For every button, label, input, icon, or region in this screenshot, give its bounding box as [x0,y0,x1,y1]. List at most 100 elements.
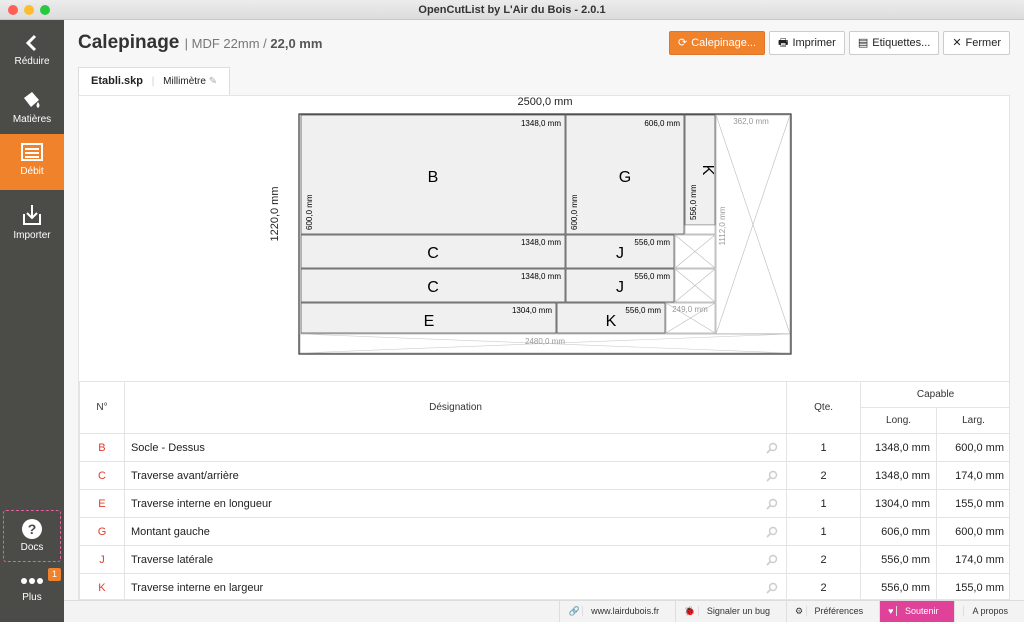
print-button[interactable]: 🖶 Imprimer [769,31,845,55]
row-designation: Socle - Dessus [123,433,788,462]
row-larg: 174,0 mm [936,545,1009,574]
paint-bucket-icon [24,92,40,108]
part-letter: B [428,169,439,186]
footer-site-text: www.lairdubois.fr [582,606,668,616]
part-length: 556,0 mm [625,306,661,315]
row-long: 1348,0 mm [860,461,938,490]
table-row[interactable]: K Traverse interne en largeur 2 556,0 mm… [79,573,1009,599]
sidebar-item-importer[interactable]: Importer [0,196,64,252]
row-larg: 600,0 mm [936,517,1009,546]
magnifier-icon[interactable] [766,498,778,513]
part-letter: G [619,169,631,186]
row-num: C [79,461,125,490]
footer-link-bug[interactable]: 🐞 Signaler un bug [675,601,786,622]
close-window-icon[interactable] [8,5,18,15]
magnifier-icon[interactable] [766,582,778,597]
more-icon [21,578,43,584]
table-row[interactable]: C Traverse avant/arrière 2 1348,0 mm 174… [79,461,1009,490]
header-long[interactable]: Long. [860,407,938,434]
table-row[interactable]: J Traverse latérale 2 556,0 mm 174,0 mm [79,545,1009,574]
calepinage-button-label: Calepinage... [691,37,757,49]
magnifier-icon[interactable] [766,526,778,541]
part-letter: C [427,245,439,262]
notification-badge: 1 [48,568,61,581]
row-qty: 2 [786,545,862,574]
sidebar-item-debit[interactable]: Débit [0,134,64,190]
sidebar: Réduire Matières Débit Importer ? Docs P… [0,20,64,622]
sidebar-item-matieres[interactable]: Matières [0,82,64,138]
cutting-panel: 2500,0 mm 1220,0 mm 362,0 mm 1112,0 mm 2… [78,95,1010,600]
footer-link-prefs[interactable]: ⚙ Préférences [785,601,879,622]
row-designation-text: Traverse interne en largeur [130,581,264,594]
footer-prefs-text: Préférences [805,606,872,616]
table-row[interactable]: G Montant gauche 1 606,0 mm 600,0 mm [79,517,1009,546]
help-icon: ? [22,519,42,539]
row-designation-text: Traverse latérale [130,553,214,566]
footer-support-text: Soutenir [895,606,947,616]
footer-link-support[interactable]: ♥ Soutenir [879,601,955,622]
row-num: E [79,489,125,518]
header-capable: Capable [860,381,1009,408]
row-designation: Traverse interne en largeur [123,573,788,599]
tab-unit: Millimètre [163,76,206,87]
waste-label-1: 362,0 mm [733,117,769,126]
close-button-label: Fermer [965,37,1001,49]
magnifier-icon[interactable] [766,554,778,569]
row-designation-text: Montant gauche [130,525,210,538]
footer-bar: 🔗 www.lairdubois.fr 🐞 Signaler un bug ⚙ … [64,600,1024,622]
row-designation: Traverse interne en longueur [123,489,788,518]
calepinage-button[interactable]: ⟳ Calepinage... [669,31,766,55]
table-row[interactable]: E Traverse interne en longueur 1 1304,0 … [79,489,1009,518]
sidebar-item-reduire[interactable]: Réduire [0,26,64,82]
row-designation: Montant gauche [123,517,788,546]
row-qty: 2 [786,461,862,490]
print-button-label: Imprimer [792,37,836,49]
footer-about-text: A propos [963,606,1016,616]
sidebar-item-docs[interactable]: ? Docs [3,510,61,562]
row-long: 556,0 mm [860,545,938,574]
sidebar-item-label: Docs [20,542,44,553]
magnifier-icon[interactable] [766,442,778,457]
waste-small [684,224,716,235]
row-qty: 1 [786,489,862,518]
labels-button[interactable]: ▤ Etiquettes... [848,31,940,55]
row-num: J [79,545,125,574]
header-designation[interactable]: Désignation [123,381,788,434]
part-width: 600,0 mm [570,194,579,230]
tab-file[interactable]: Etabli.skp | Millimètre ✎ [78,67,231,95]
row-designation: Traverse avant/arrière [123,461,788,490]
part-length: 1348,0 mm [521,238,561,247]
list-icon [21,143,43,161]
minimize-window-icon[interactable] [24,5,34,15]
row-designation-text: Traverse interne en longueur [130,497,272,510]
header-qty[interactable]: Qte. [786,381,862,434]
row-qty: 1 [786,433,862,462]
row-larg: 174,0 mm [936,461,1009,490]
table-row[interactable]: B Socle - Dessus 1 1348,0 mm 600,0 mm [79,433,1009,462]
cutting-diagram: 362,0 mm 1112,0 mm 2480,0 mm B 1348,0 mm… [298,113,792,355]
pencil-icon[interactable]: ✎ [209,76,217,87]
maximize-window-icon[interactable] [40,5,50,15]
material-label: | MDF 22mm / [184,36,267,51]
part-letter: C [427,279,439,296]
footer-bug-text: Signaler un bug [697,606,778,616]
close-icon: ✕ [952,37,962,49]
window-titlebar: OpenCutList by L'Air du Bois - 2.0.1 [0,0,1024,20]
part-letter: J [616,279,624,296]
header-larg[interactable]: Larg. [936,407,1009,434]
sidebar-item-label: Débit [20,166,44,177]
sidebar-item-label: Plus [22,592,42,603]
row-num: G [79,517,125,546]
thickness-label: 22,0 mm [270,36,323,51]
header-num[interactable]: N° [79,381,125,434]
row-designation: Traverse latérale [123,545,788,574]
label-icon: ▤ [857,37,869,49]
magnifier-icon[interactable] [766,470,778,485]
row-num: K [79,573,125,599]
part-letter: K [606,313,617,330]
footer-link-site[interactable]: 🔗 www.lairdubois.fr [559,601,675,622]
footer-link-about[interactable]: A propos [954,601,1024,622]
sidebar-item-label: Importer [13,230,51,241]
close-button[interactable]: ✕ Fermer [943,31,1010,55]
page-title: Calepinage | MDF 22mm / 22,0 mm [78,32,322,54]
